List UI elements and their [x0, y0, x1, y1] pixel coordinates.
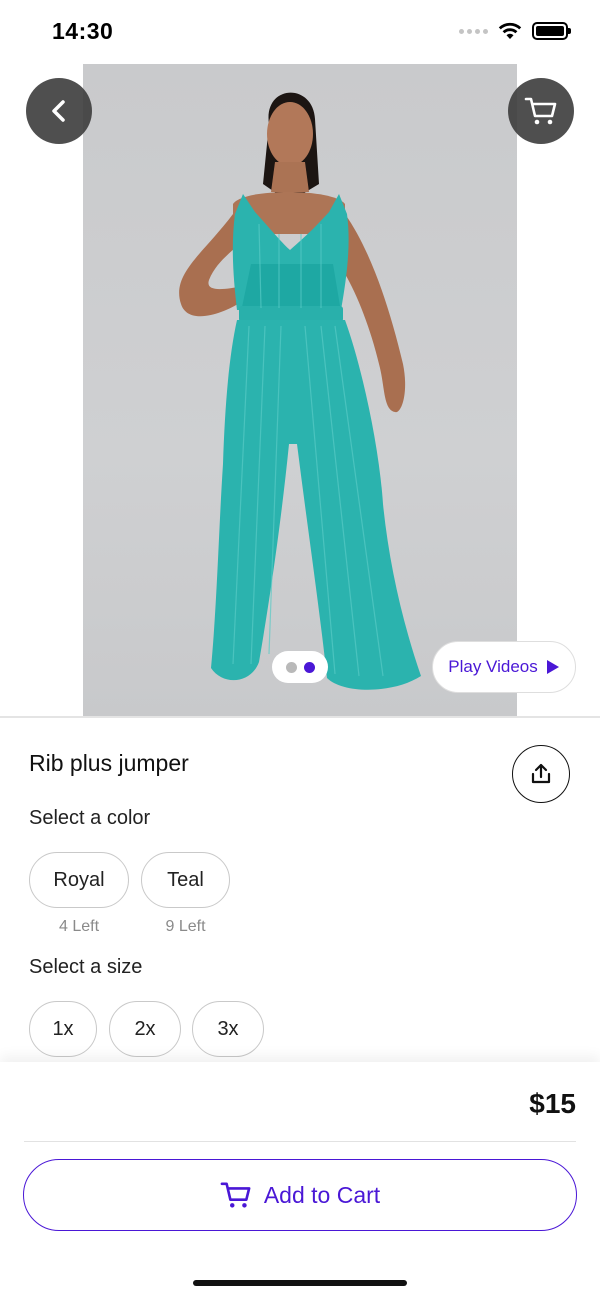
status-bar: 14:30 — [0, 0, 600, 64]
cart-icon — [524, 97, 557, 125]
battery-icon — [532, 22, 571, 40]
stock-count-teal: 9 Left — [165, 918, 206, 935]
size-option-3x[interactable]: 3x — [192, 1001, 264, 1057]
play-icon — [546, 660, 559, 674]
product-title: Rib plus jumper — [29, 750, 189, 776]
size-option-1x[interactable]: 1x — [29, 1001, 97, 1057]
purchase-panel: $15 Add to Cart — [0, 1062, 600, 1299]
color-section-label: Select a color — [29, 807, 151, 829]
color-option-teal[interactable]: Teal — [141, 852, 230, 908]
play-videos-button[interactable]: Play Videos — [432, 641, 576, 693]
wifi-icon — [498, 22, 522, 39]
image-pager[interactable] — [272, 651, 328, 683]
cart-button[interactable] — [508, 78, 574, 144]
divider — [0, 716, 600, 718]
pager-dot[interactable] — [285, 661, 297, 673]
stock-count-royal: 4 Left — [58, 918, 100, 935]
color-option-royal[interactable]: Royal — [29, 852, 129, 908]
status-time: 14:30 — [52, 18, 114, 44]
share-button[interactable] — [512, 745, 570, 803]
chevron-left-icon — [52, 100, 65, 122]
model-in-jumpsuit-illustration — [179, 92, 421, 690]
cellular-signal-icon — [459, 28, 488, 34]
product-gallery[interactable]: Play Videos — [0, 64, 600, 716]
status-icons — [459, 22, 571, 40]
back-button[interactable] — [26, 78, 92, 144]
size-section-label: Select a size — [29, 956, 143, 978]
add-to-cart-button[interactable]: Add to Cart — [23, 1159, 577, 1231]
home-indicator[interactable] — [193, 1280, 407, 1286]
cart-icon — [220, 1182, 251, 1208]
divider — [24, 1141, 576, 1142]
pager-dot-active[interactable] — [303, 661, 315, 673]
add-to-cart-label: Add to Cart — [263, 1181, 381, 1208]
share-icon — [531, 763, 551, 784]
size-option-2x[interactable]: 2x — [109, 1001, 181, 1057]
product-photo[interactable] — [83, 64, 517, 716]
product-price: $15 — [529, 1088, 576, 1119]
play-videos-label: Play Videos — [448, 657, 538, 676]
